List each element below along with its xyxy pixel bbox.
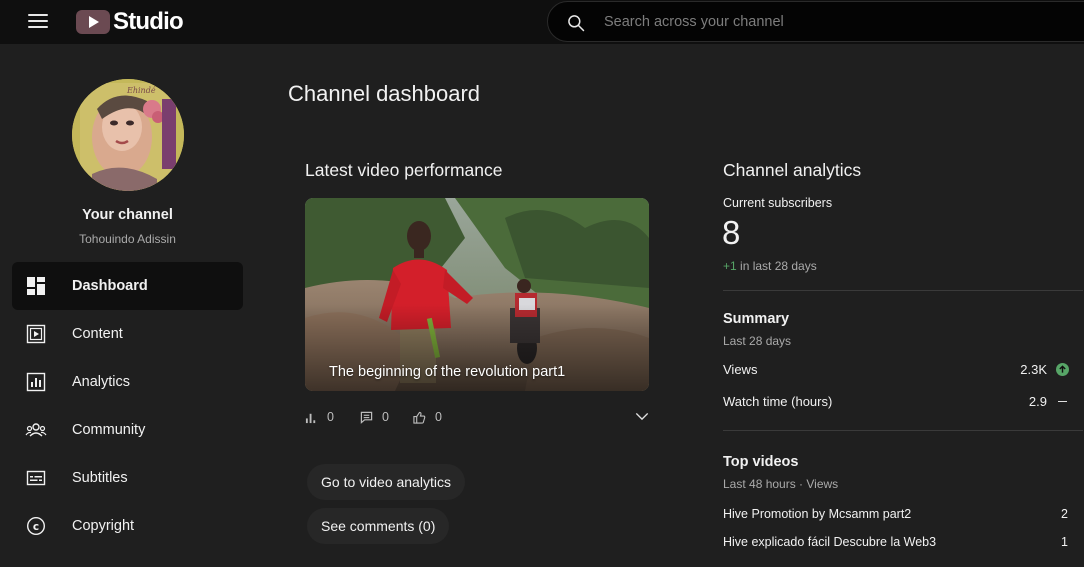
sidebar: Ehindé Your channel Tohouindo Adissin Da… (0, 44, 255, 567)
sidebar-item-subtitles[interactable]: Subtitles (12, 454, 243, 502)
channel-name: Tohouindo Adissin (79, 232, 176, 246)
sidebar-item-content[interactable]: Content (12, 310, 243, 358)
go-to-video-analytics-button[interactable]: Go to video analytics (307, 464, 465, 500)
analytics-icon (25, 371, 47, 393)
top-video-views: 2 (1061, 507, 1068, 521)
top-video-title: Hive explicado fácil Descubre la Web3 (723, 535, 937, 549)
comments-stat: 0 (360, 410, 389, 424)
top-bar: Studio (0, 0, 1084, 44)
search-bar[interactable] (547, 1, 1084, 42)
top-video-row[interactable]: Hive Promotion by Mcsamm part2 2 (723, 507, 1068, 521)
top-videos-title: Top videos (723, 454, 799, 470)
subscriber-delta: +1 in last 28 days (723, 259, 817, 273)
search-input[interactable] (604, 11, 1064, 33)
likes-stat: 0 (413, 410, 442, 424)
sidebar-nav: Dashboard Content Analytics Community Su… (12, 262, 243, 550)
sidebar-item-label: Content (72, 326, 123, 342)
channel-analytics-title: Channel analytics (723, 160, 862, 180)
comment-icon (360, 411, 373, 424)
sidebar-item-label: Subtitles (72, 470, 128, 486)
main-content: Channel dashboard Latest video performan… (255, 44, 1084, 567)
sidebar-item-community[interactable]: Community (12, 406, 243, 454)
sidebar-item-label: Copyright (72, 518, 135, 534)
sidebar-item-label: Community (72, 422, 146, 438)
divider (723, 290, 1083, 291)
logo-text: Studio (113, 8, 184, 35)
views-value: 2.3K (1020, 362, 1047, 377)
sidebar-item-copyright[interactable]: c Copyright (12, 502, 243, 550)
video-stats: 0 0 0 (305, 410, 649, 430)
summary-period: Last 28 days (723, 334, 792, 348)
thumbnail-image (305, 198, 649, 391)
channel-avatar[interactable]: Ehindé (72, 79, 184, 191)
likes-count: 0 (435, 410, 442, 424)
divider (723, 430, 1083, 431)
community-icon (25, 419, 47, 441)
hamburger-menu-icon[interactable] (28, 14, 48, 30)
page-title: Channel dashboard (288, 81, 481, 106)
youtube-play-icon (76, 10, 110, 34)
subscriber-delta-value: +1 (723, 259, 737, 273)
video-thumbnail[interactable]: The beginning of the revolution part1 (305, 198, 649, 391)
watch-time-label: Watch time (hours) (723, 394, 833, 409)
subtitles-icon (25, 467, 47, 489)
views-row[interactable]: Views 2.3K (723, 362, 1069, 377)
watch-time-value: 2.9 (1028, 394, 1047, 409)
see-comments-button[interactable]: See comments (0) (307, 508, 450, 544)
your-channel-label: Your channel (82, 207, 173, 223)
top-video-views: 1 (1061, 535, 1068, 549)
arrow-up-icon (1055, 363, 1069, 376)
dashboard-icon (25, 275, 47, 297)
subscriber-count: 8 (722, 214, 741, 251)
comments-count: 0 (382, 410, 389, 424)
watch-time-row[interactable]: Watch time (hours) 2.9 (723, 394, 1069, 409)
views-count: 0 (327, 410, 334, 424)
copyright-icon: c (25, 515, 47, 537)
sidebar-item-label: Analytics (72, 374, 131, 390)
sidebar-item-label: Dashboard (72, 278, 148, 294)
top-video-title: Hive Promotion by Mcsamm part2 (723, 507, 912, 521)
sidebar-item-analytics[interactable]: Analytics (12, 358, 243, 406)
search-icon[interactable] (566, 13, 586, 33)
thumbs-up-icon (413, 411, 426, 424)
svg-text:Ehindé: Ehindé (126, 86, 156, 95)
views-label: Views (723, 362, 758, 377)
content-icon (25, 323, 47, 345)
views-icon (305, 413, 316, 423)
no-change-icon (1057, 400, 1067, 403)
svg-text:c: c (33, 521, 39, 533)
views-stat: 0 (305, 410, 334, 424)
video-title: The beginning of the revolution part1 (329, 364, 566, 380)
subscriber-delta-suffix: in last 28 days (736, 259, 817, 273)
top-video-row[interactable]: Hive explicado fácil Descubre la Web3 1 (723, 535, 1068, 549)
current-subscribers-label: Current subscribers (723, 196, 833, 210)
latest-video-title: Latest video performance (305, 160, 503, 180)
chevron-down-icon[interactable] (635, 412, 649, 421)
studio-logo[interactable]: Studio (76, 8, 184, 36)
avatar-image: Ehindé (72, 79, 184, 191)
top-videos-period: Last 48 hours · Views (723, 477, 839, 491)
summary-title: Summary (723, 311, 790, 327)
sidebar-item-dashboard[interactable]: Dashboard (12, 262, 243, 310)
